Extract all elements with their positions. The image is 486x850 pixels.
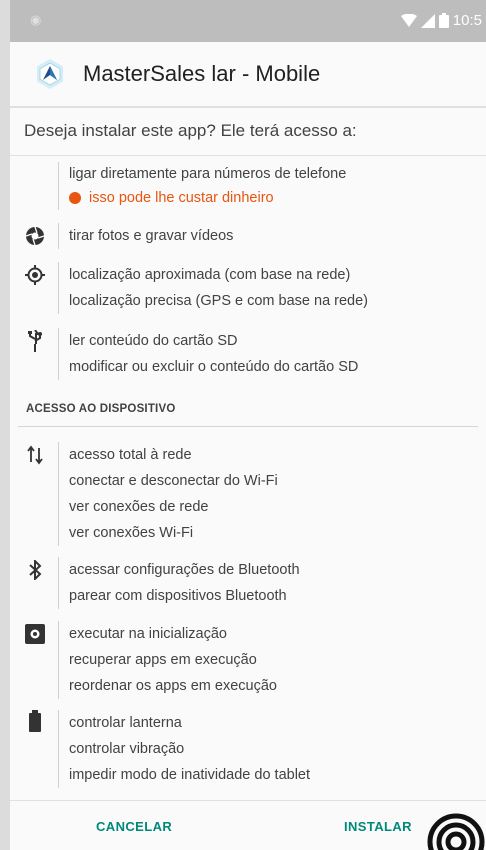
bluetooth-icon bbox=[24, 559, 46, 581]
permission-text: conectar e desconectar do Wi-Fi bbox=[69, 473, 278, 489]
cancel-button[interactable]: CANCELAR bbox=[96, 819, 172, 834]
battery-icon bbox=[438, 13, 449, 28]
dialog-title: MasterSales lar - Mobile bbox=[34, 58, 320, 90]
divider bbox=[10, 106, 486, 108]
camera-icon bbox=[24, 225, 46, 247]
install-question: Deseja instalar este app? Ele terá acess… bbox=[24, 121, 357, 140]
install-button[interactable]: INSTALAR bbox=[344, 819, 412, 834]
permission-text: acesso total à rede bbox=[69, 447, 192, 463]
divider bbox=[10, 155, 486, 156]
permission-text: tirar fotos e gravar vídeos bbox=[69, 228, 234, 244]
divider bbox=[10, 800, 486, 801]
permission-text: localização precisa (GPS e com base na r… bbox=[69, 293, 369, 309]
battery-control-icon bbox=[24, 710, 46, 732]
cost-warning: isso pode lhe custar dinheiro bbox=[69, 186, 346, 210]
notification-icon: ◉ bbox=[30, 12, 42, 27]
permission-text: localização aproximada (com base na rede… bbox=[69, 267, 351, 283]
permission-text: parear com dispositivos Bluetooth bbox=[69, 588, 287, 604]
signal-icon bbox=[420, 13, 435, 28]
permission-text: executar na inicialização bbox=[69, 626, 227, 642]
status-time: 10:5 bbox=[452, 12, 482, 29]
permission-lines: acessar configurações de Bluetooth parea… bbox=[58, 557, 300, 609]
usb-icon bbox=[24, 330, 46, 352]
permission-text: ligar diretamente para números de telefo… bbox=[69, 166, 347, 182]
app-icon bbox=[37, 59, 63, 89]
permission-text: ver conexões de rede bbox=[69, 499, 209, 515]
status-icons: 10:5 bbox=[400, 12, 482, 29]
divider bbox=[18, 426, 478, 427]
screen: ◉ 10:5 MasterSales lar - Mobile Deseja i… bbox=[0, 0, 486, 850]
section-header: ACESSO AO DISPOSITIVO bbox=[26, 403, 176, 415]
permission-text: ler conteúdo do cartão SD bbox=[69, 333, 238, 349]
settings-box-icon bbox=[24, 623, 46, 645]
permission-text: acessar configurações de Bluetooth bbox=[69, 562, 300, 578]
wifi-icon bbox=[400, 13, 417, 27]
permission-text: controlar vibração bbox=[69, 741, 185, 757]
permission-lines: tirar fotos e gravar vídeos bbox=[58, 223, 233, 249]
permission-text: recuperar apps em execução bbox=[69, 652, 257, 668]
network-arrows-icon bbox=[24, 444, 46, 466]
location-icon bbox=[24, 264, 46, 286]
app-name: MasterSales lar - Mobile bbox=[83, 61, 321, 86]
permission-lines: executar na inicialização recuperar apps… bbox=[58, 621, 277, 699]
fingerprint-icon bbox=[426, 810, 486, 850]
permission-text: controlar lanterna bbox=[69, 715, 182, 731]
permission-lines: acesso total à rede conectar e desconect… bbox=[58, 442, 278, 546]
permission-lines: ligar diretamente para números de telefo… bbox=[58, 162, 346, 210]
permission-text: reordenar os apps em execução bbox=[69, 678, 277, 694]
status-bar: ◉ 10:5 bbox=[10, 0, 486, 42]
install-dialog: ◉ 10:5 MasterSales lar - Mobile Deseja i… bbox=[10, 0, 486, 850]
permission-text: modificar ou excluir o conteúdo do cartã… bbox=[69, 359, 359, 375]
permission-text: impedir modo de inatividade do tablet bbox=[69, 767, 311, 783]
permission-lines: controlar lanterna controlar vibração im… bbox=[58, 710, 310, 788]
cost-warning-icon bbox=[69, 192, 81, 204]
permission-lines: ler conteúdo do cartão SD modificar ou e… bbox=[58, 328, 358, 380]
cost-warning-text: isso pode lhe custar dinheiro bbox=[89, 190, 274, 206]
permission-lines: localização aproximada (com base na rede… bbox=[58, 262, 368, 314]
permission-text: ver conexões Wi-Fi bbox=[69, 525, 194, 541]
